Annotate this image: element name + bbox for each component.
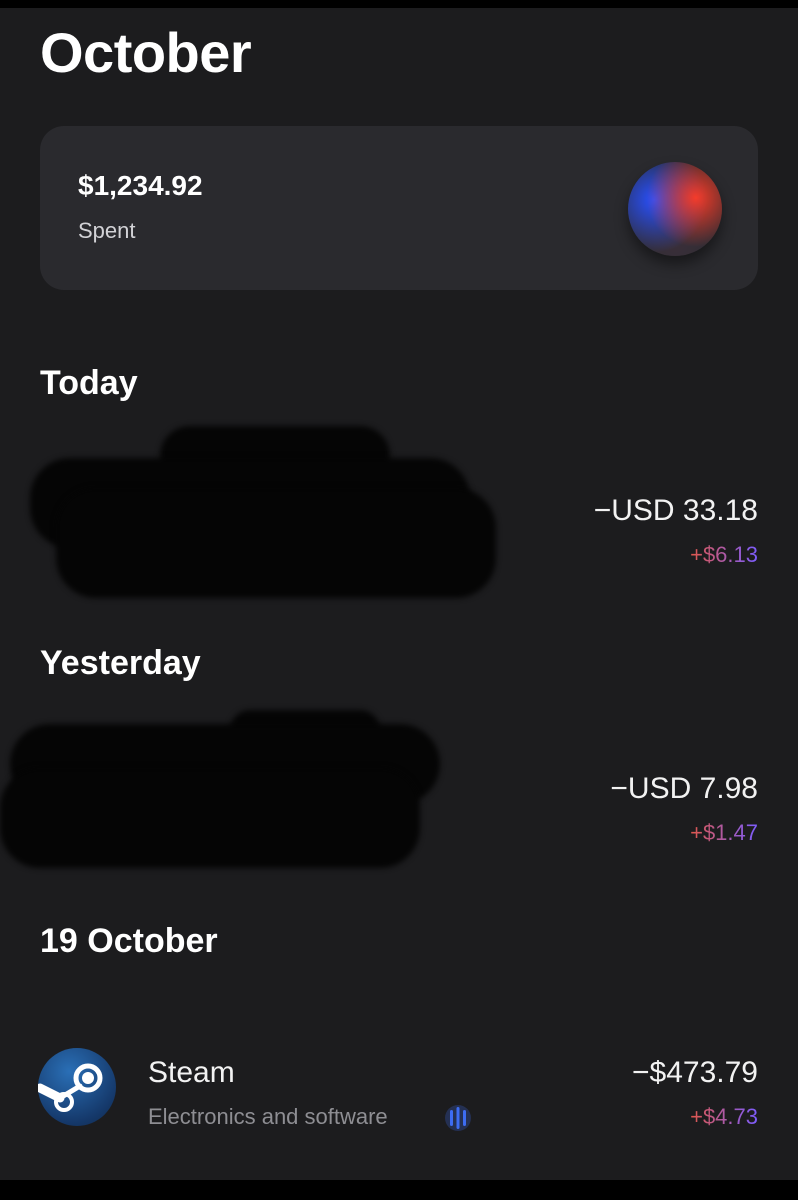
spent-label: Spent bbox=[78, 218, 136, 243]
transaction-amount: −USD 7.98 bbox=[610, 772, 758, 805]
spending-summary-card[interactable]: $1,234.92 Spent bbox=[40, 126, 758, 290]
bottom-edge bbox=[0, 1180, 798, 1200]
merchant-name: Steam bbox=[148, 1056, 235, 1089]
page-title: October bbox=[40, 21, 252, 84]
steam-logo-icon bbox=[35, 1048, 116, 1126]
section-heading-yesterday: Yesterday bbox=[40, 644, 201, 682]
section-heading-today: Today bbox=[40, 364, 138, 402]
cashback-amount: +$6.13 bbox=[690, 542, 758, 567]
cashback-amount: +$4.73 bbox=[690, 1104, 758, 1129]
transaction-amount: −USD 33.18 bbox=[593, 494, 758, 527]
merchant-category: Electronics and software bbox=[148, 1104, 388, 1129]
transactions-screen: October $1,234.92 Spent Today −USD 33.18… bbox=[0, 8, 798, 1180]
processing-bars-icon bbox=[444, 1104, 472, 1132]
transaction-amount: −$473.79 bbox=[632, 1056, 758, 1089]
section-heading-19-october: 19 October bbox=[40, 922, 218, 960]
cashback-amount: +$1.47 bbox=[690, 820, 758, 845]
gradient-orb-icon bbox=[628, 162, 722, 256]
spent-amount: $1,234.92 bbox=[78, 170, 203, 201]
